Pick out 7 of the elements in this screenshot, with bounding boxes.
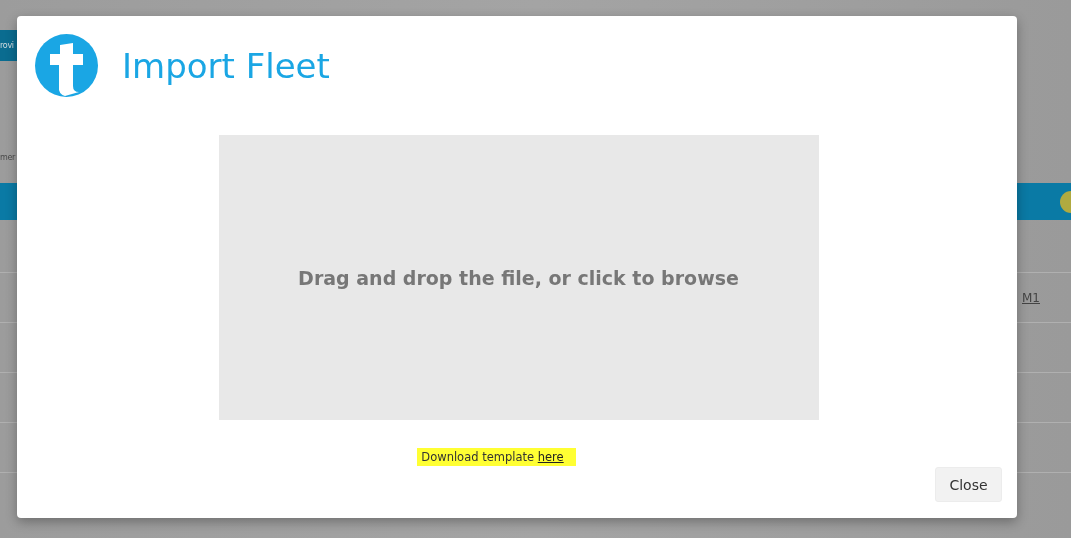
page-label: mer	[0, 152, 17, 164]
close-button[interactable]: Close	[935, 467, 1002, 502]
file-dropzone[interactable]: Drag and drop the file, or click to browse	[218, 135, 819, 420]
logo-icon	[35, 34, 98, 97]
template-link[interactable]: here	[537, 450, 564, 464]
dialog-title: Import Fleet	[122, 45, 330, 86]
template-note: Download template here	[417, 448, 576, 466]
